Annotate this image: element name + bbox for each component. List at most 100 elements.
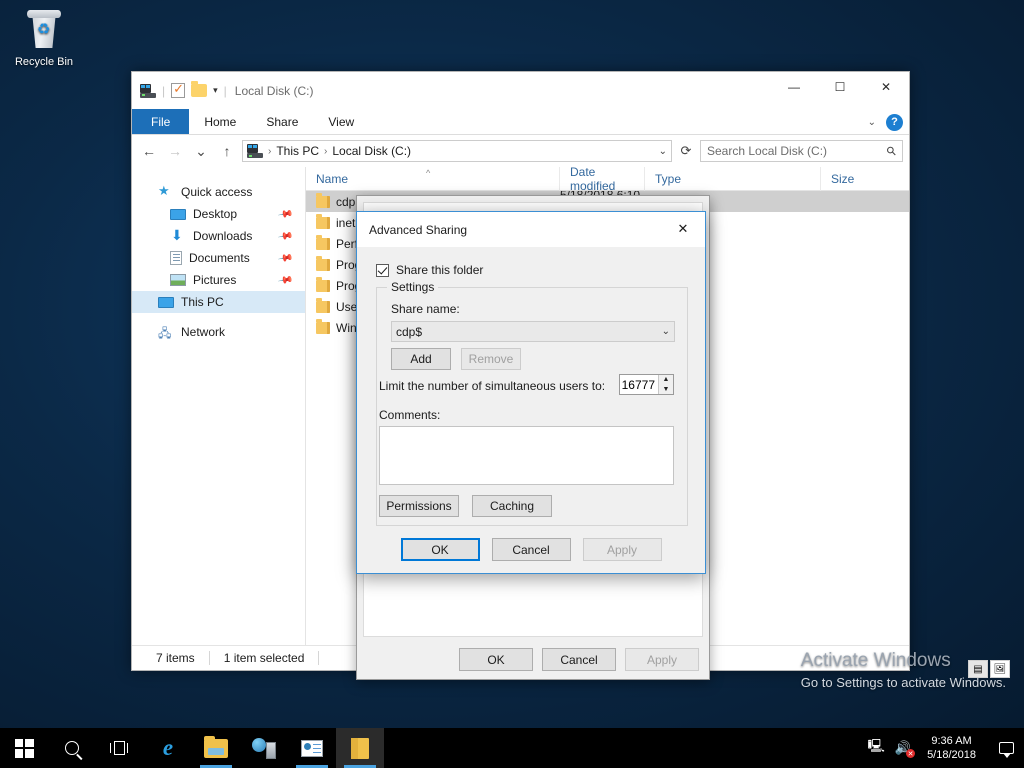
advanced-ok-button[interactable]: OK [401, 538, 480, 561]
stepper-down-icon[interactable]: ▼ [659, 385, 673, 395]
taskbar-active-folder[interactable] [336, 728, 384, 768]
column-header-date[interactable]: Date modified [560, 167, 645, 191]
column-headers[interactable]: Name Date modified Type Size ^ [306, 167, 909, 191]
search-icon[interactable]: ⚲ [884, 143, 900, 159]
desktop-icon-recycle-bin[interactable]: ♻ Recycle Bin [8, 8, 80, 68]
properties-ok-button[interactable]: OK [459, 648, 533, 671]
action-center-icon [999, 742, 1014, 754]
window-title: Local Disk (C:) [235, 84, 314, 98]
ribbon-tabs[interactable]: File Home Share View ⌄ ? [132, 109, 909, 135]
limit-users-value[interactable]: 16777 [620, 375, 658, 394]
permissions-button[interactable]: Permissions [379, 495, 459, 517]
minimize-button[interactable]: — [771, 72, 817, 102]
column-header-name[interactable]: Name [306, 167, 560, 191]
chevron-down-icon[interactable]: ⌄ [662, 326, 670, 337]
sidebar-item-quick-access[interactable]: ★ Quick access [132, 181, 305, 203]
sidebar-item-pictures[interactable]: Pictures 📌 [132, 269, 305, 291]
breadcrumb-local-disk[interactable]: Local Disk (C:) [332, 144, 411, 158]
navigation-pane[interactable]: ★ Quick access Desktop 📌 Downloads 📌 Doc… [132, 167, 306, 645]
advanced-sharing-dialog[interactable]: Advanced Sharing ✕ Share this folder Set… [356, 211, 706, 574]
help-icon[interactable]: ? [886, 114, 903, 131]
properties-cancel-button[interactable]: Cancel [542, 648, 616, 671]
share-name-buttons[interactable]: Add Remove [391, 348, 521, 370]
chevron-down-icon[interactable]: ⌄ [868, 117, 876, 128]
share-this-folder-checkbox[interactable] [376, 264, 389, 277]
breadcrumb-separator-1: › [268, 146, 271, 157]
share-name-dropdown[interactable]: cdp$ ⌄ [391, 321, 675, 342]
breadcrumb-this-pc[interactable]: This PC [276, 144, 319, 158]
system-tray[interactable]: 🖳 🔊✕ 9:36 AM 5/18/2018 [868, 728, 1024, 768]
advanced-sharing-titlebar[interactable]: Advanced Sharing ✕ [357, 212, 705, 247]
taskbar-powerpoint[interactable] [288, 728, 336, 768]
column-header-size[interactable]: Size [821, 167, 899, 191]
tab-view[interactable]: View [313, 109, 369, 134]
maximize-button[interactable]: ☐ [817, 72, 863, 102]
desktop[interactable]: ♻ Recycle Bin | ▾ | Local Disk (C:) — ☐ … [0, 0, 1024, 768]
share-this-folder-checkbox-row[interactable]: Share this folder [376, 263, 705, 277]
folder-icon [316, 217, 330, 229]
task-view-button[interactable] [96, 728, 144, 768]
sidebar-item-this-pc[interactable]: This PC [132, 291, 305, 313]
file-explorer-icon [204, 739, 228, 758]
recent-locations-button[interactable]: ⌄ [190, 140, 212, 162]
settings-legend: Settings [387, 280, 438, 294]
window-titlebar[interactable]: | ▾ | Local Disk (C:) — ☐ ✕ [132, 72, 909, 109]
caching-button[interactable]: Caching [472, 495, 552, 517]
stepper-up-icon[interactable]: ▲ [659, 375, 673, 385]
close-button[interactable]: ✕ [863, 72, 909, 102]
advanced-sharing-buttons[interactable]: OK Cancel Apply [357, 538, 705, 561]
view-mode-toggles[interactable]: ▤ 🖼 [968, 660, 1010, 678]
back-button[interactable]: ← [138, 140, 160, 162]
navigation-bar[interactable]: ← → ⌄ ↑ › This PC › Local Disk (C:) ⌄ ⟳ … [132, 135, 909, 167]
limit-users-stepper[interactable]: 16777 ▲ ▼ [619, 374, 674, 395]
comments-label: Comments: [379, 408, 440, 422]
taskbar-search-button[interactable] [48, 728, 96, 768]
add-button[interactable]: Add [391, 348, 451, 370]
close-icon[interactable]: ✕ [661, 212, 705, 245]
details-view-icon[interactable]: ▤ [968, 660, 988, 678]
tab-share[interactable]: Share [251, 109, 313, 134]
up-button[interactable]: ↑ [216, 140, 238, 162]
window-controls[interactable]: — ☐ ✕ [771, 72, 909, 102]
tab-file[interactable]: File [132, 109, 189, 134]
sidebar-item-desktop[interactable]: Desktop 📌 [132, 203, 305, 225]
this-pc-icon[interactable] [140, 84, 156, 98]
forward-button[interactable]: → [164, 140, 186, 162]
sidebar-label-this-pc: This PC [181, 295, 224, 309]
refresh-button[interactable]: ⟳ [676, 140, 696, 162]
tab-home[interactable]: Home [189, 109, 251, 134]
active-folder-icon [351, 738, 369, 759]
customize-caret-icon[interactable]: ▾ [213, 85, 218, 96]
comments-textarea[interactable] [379, 426, 674, 485]
address-bar[interactable]: › This PC › Local Disk (C:) ⌄ [242, 140, 672, 162]
advanced-apply-button: Apply [583, 538, 662, 561]
folder-icon [316, 196, 330, 208]
column-header-type[interactable]: Type [645, 167, 821, 191]
properties-dialog-buttons[interactable]: OK Cancel Apply [459, 648, 699, 671]
advanced-cancel-button[interactable]: Cancel [492, 538, 571, 561]
address-dropdown-icon[interactable]: ⌄ [659, 146, 667, 157]
large-icons-view-icon[interactable]: 🖼 [990, 660, 1010, 678]
sidebar-item-network[interactable]: Network [132, 321, 305, 343]
start-button[interactable] [0, 728, 48, 768]
taskbar-server-manager[interactable] [240, 728, 288, 768]
action-center-button[interactable] [992, 728, 1020, 768]
settings-action-buttons[interactable]: Permissions Caching [379, 495, 552, 517]
new-folder-icon[interactable] [191, 84, 207, 97]
address-this-pc-icon [247, 144, 263, 158]
taskbar-clock[interactable]: 9:36 AM 5/18/2018 [921, 734, 982, 762]
pin-icon: 📌 [277, 250, 294, 266]
taskbar-file-explorer[interactable] [192, 728, 240, 768]
sort-indicator-icon: ^ [426, 168, 430, 178]
network-icon[interactable]: 🖳 [868, 737, 885, 759]
sidebar-label-documents: Documents [189, 251, 250, 265]
volume-muted-icon[interactable]: 🔊✕ [895, 740, 911, 756]
search-box[interactable]: Search Local Disk (C:) ⚲ [700, 140, 903, 162]
sidebar-item-downloads[interactable]: Downloads 📌 [132, 225, 305, 247]
taskbar[interactable]: e 🖳 🔊✕ 9:36 AM 5/18/2018 [0, 728, 1024, 768]
quick-access-toolbar[interactable]: | ▾ | [140, 83, 227, 98]
properties-icon[interactable] [171, 83, 185, 98]
taskbar-internet-explorer[interactable]: e [144, 728, 192, 768]
sidebar-item-documents[interactable]: Documents 📌 [132, 247, 305, 269]
share-name-value: cdp$ [396, 325, 662, 339]
